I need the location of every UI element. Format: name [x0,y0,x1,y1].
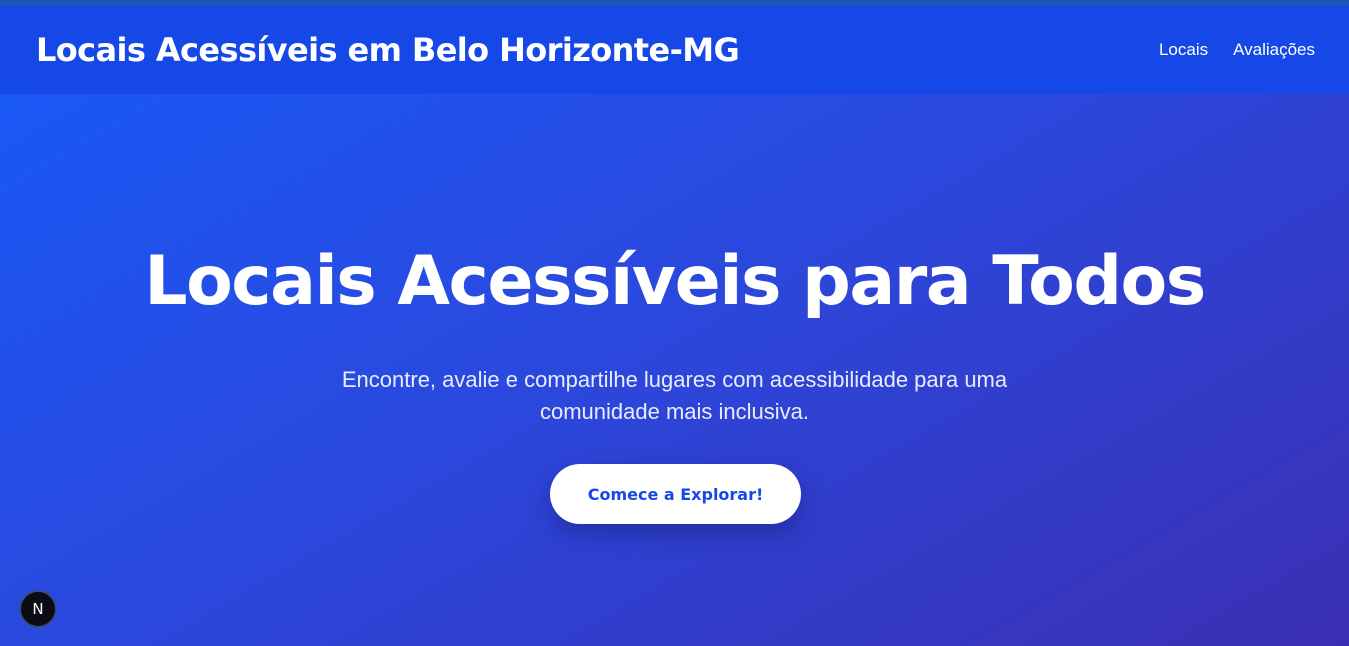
nav-link-avaliacoes[interactable]: Avaliações [1233,40,1315,60]
nav-link-locais[interactable]: Locais [1159,40,1208,60]
hero-title: Locais Acessíveis para Todos [144,242,1206,321]
hero-subtitle-line-2: comunidade mais inclusiva. [539,399,810,424]
hero-subtitle-line-1: Encontre, avalie e compartilhe lugares c… [341,367,1008,392]
main-nav: Locais Avaliações [1159,40,1315,60]
explore-button[interactable]: Comece a Explorar! [550,464,801,524]
site-header: Locais Acessíveis em Belo Horizonte-MG L… [0,6,1349,94]
nextjs-icon-letter: N [32,600,44,618]
hero-section: Locais Acessíveis para Todos Encontre, a… [0,94,1349,646]
site-brand-title[interactable]: Locais Acessíveis em Belo Horizonte-MG [36,31,740,69]
nextjs-icon[interactable]: N [19,590,57,628]
hero-subtitle: Encontre, avalie e compartilhe lugares c… [0,364,1349,428]
